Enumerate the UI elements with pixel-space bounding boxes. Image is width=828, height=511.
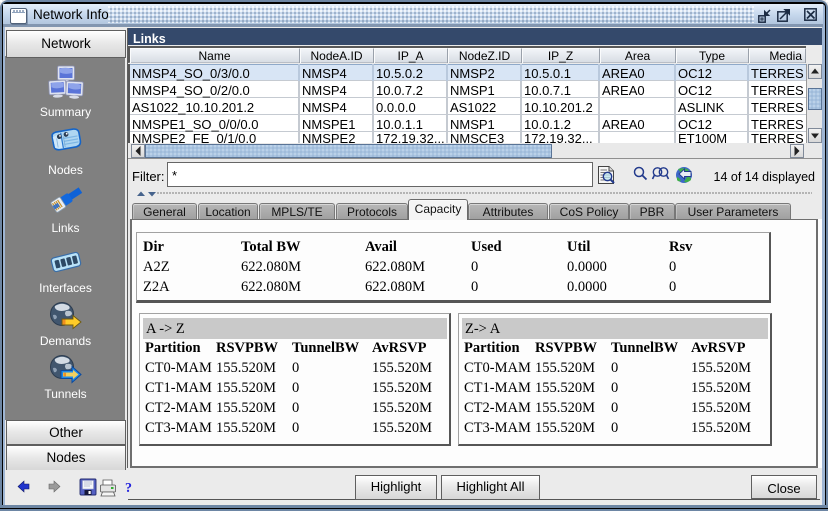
svg-text:?: ? [125, 481, 132, 496]
